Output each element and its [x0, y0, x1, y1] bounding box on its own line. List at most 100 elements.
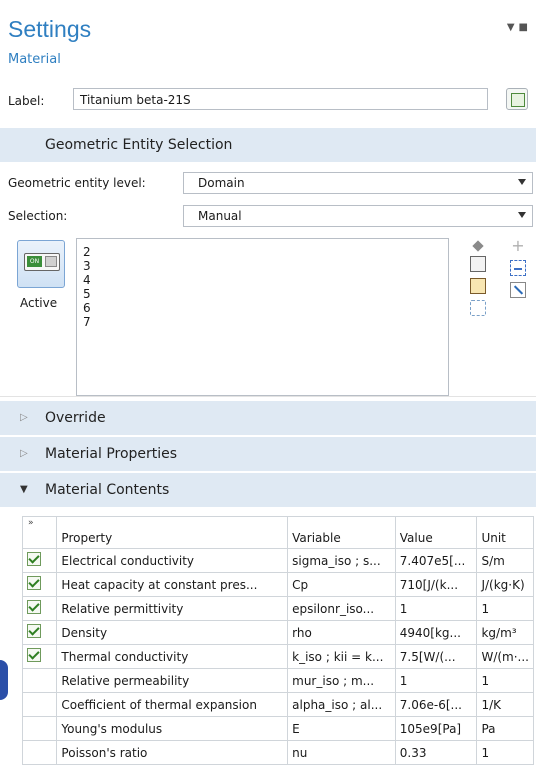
list-item[interactable]: 2	[83, 245, 448, 259]
toggle-icon: ON	[24, 253, 60, 271]
table-row[interactable]: Density rho 4940[kg... kg/m³	[21, 620, 534, 645]
table-row[interactable]: Thermal conductivity k_iso ; kii = k... 7.…	[21, 644, 534, 669]
window-edge-marker	[0, 660, 8, 700]
list-item[interactable]: 3	[83, 259, 448, 273]
cell-property[interactable]: Density	[56, 620, 289, 645]
table-row[interactable]: Electrical conductivity sigma_iso ; s... 7…	[21, 548, 534, 573]
material-contents-section-header[interactable]: ▼ Material Contents	[0, 473, 536, 507]
cell-value[interactable]: 105e9[Pa]	[394, 716, 478, 741]
cell-value[interactable]: 7.407e5[...	[394, 548, 478, 573]
cell-variable[interactable]: mur_iso ; m...	[287, 668, 396, 693]
column-header-variable[interactable]: Variable	[287, 516, 396, 549]
cell-value[interactable]: 710[J/(k...	[394, 572, 478, 597]
row-checkbox-cell[interactable]	[21, 596, 58, 621]
table-row[interactable]: Poisson's ratio nu 0.33 1	[21, 740, 534, 765]
label-edit-icon[interactable]	[506, 88, 528, 110]
panel-controls[interactable]: ▼■	[507, 22, 532, 33]
column-header-value[interactable]: Value	[394, 516, 478, 549]
row-checkbox-cell[interactable]	[21, 620, 58, 645]
cell-variable[interactable]: sigma_iso ; s...	[287, 548, 396, 573]
section-title: Material Properties	[45, 446, 178, 462]
checkmark-icon[interactable]	[27, 552, 41, 566]
row-checkbox-cell[interactable]	[21, 740, 58, 765]
cell-value[interactable]: 1	[394, 596, 478, 621]
cell-unit[interactable]: J/(kg·K)	[476, 572, 534, 597]
cell-value[interactable]: 0.33	[394, 740, 478, 765]
table-row[interactable]: Young's modulus E 105e9[Pa] Pa	[21, 716, 534, 741]
cell-property[interactable]: Young's modulus	[56, 716, 289, 741]
cell-unit[interactable]: 1	[476, 668, 534, 693]
cell-unit[interactable]: kg/m³	[476, 620, 534, 645]
cell-variable[interactable]: E	[287, 716, 396, 741]
list-item[interactable]: 7	[83, 315, 448, 329]
select-geometry-icon[interactable]	[472, 240, 484, 252]
list-item[interactable]: 4	[83, 273, 448, 287]
table-row[interactable]: Relative permittivity epsilonr_iso... 1 1	[21, 596, 534, 621]
active-toggle-button[interactable]: ON	[17, 240, 65, 288]
cell-variable[interactable]: alpha_iso ; al...	[287, 692, 396, 717]
checkmark-icon[interactable]	[27, 624, 41, 638]
paste-icon[interactable]	[470, 278, 486, 294]
cell-unit[interactable]: S/m	[476, 548, 534, 573]
entity-level-select[interactable]: Domain	[183, 172, 533, 194]
copy-icon[interactable]	[470, 256, 486, 272]
material-properties-section-header[interactable]: ▷ Material Properties	[0, 437, 536, 471]
cell-property[interactable]: Thermal conductivity	[56, 644, 289, 669]
cell-property[interactable]: Coefficient of thermal expansion	[56, 692, 289, 717]
cell-property[interactable]: Heat capacity at constant pres...	[56, 572, 289, 597]
row-checkbox-cell[interactable]	[21, 572, 58, 597]
cell-unit[interactable]: 1	[476, 596, 534, 621]
cell-variable[interactable]: Cp	[287, 572, 396, 597]
checkmark-icon[interactable]	[27, 576, 41, 590]
checkmark-icon[interactable]	[27, 600, 41, 614]
entity-level-label: Geometric entity level:	[8, 176, 146, 190]
remove-icon[interactable]	[510, 260, 526, 276]
cell-value[interactable]: 7.06e-6[...	[394, 692, 478, 717]
cell-unit[interactable]: 1	[476, 740, 534, 765]
clear-selection-icon[interactable]	[510, 282, 526, 298]
column-header-property[interactable]: Property	[56, 516, 289, 549]
cell-variable[interactable]: nu	[287, 740, 396, 765]
selection-select[interactable]: Manual	[183, 205, 533, 227]
cell-variable[interactable]: k_iso ; kii = k...	[287, 644, 396, 669]
cell-variable[interactable]: epsilonr_iso...	[287, 596, 396, 621]
pin-icon[interactable]: ■	[519, 22, 532, 33]
cell-unit[interactable]: Pa	[476, 716, 534, 741]
cell-value[interactable]: 4940[kg...	[394, 620, 478, 645]
cell-property[interactable]: Relative permeability	[56, 668, 289, 693]
override-section-header[interactable]: ▷ Override	[0, 401, 536, 435]
row-checkbox-cell[interactable]	[21, 692, 58, 717]
check-column-header	[21, 516, 58, 549]
cell-unit[interactable]: 1/K	[476, 692, 534, 717]
selection-tools-right: +	[510, 238, 530, 304]
table-row[interactable]: Heat capacity at constant pres... Cp 710[J…	[21, 572, 534, 597]
row-checkbox-cell[interactable]	[21, 668, 58, 693]
row-checkbox-cell[interactable]	[21, 548, 58, 573]
table-row[interactable]: Coefficient of thermal expansion alpha_is…	[21, 692, 534, 717]
cell-unit[interactable]: W/(m·...	[476, 644, 534, 669]
row-checkbox-cell[interactable]	[21, 644, 58, 669]
expand-arrow-icon: ▷	[20, 448, 28, 459]
entity-level-value: Domain	[198, 176, 245, 190]
selection-list[interactable]: 2 3 4 5 6 7	[76, 238, 449, 396]
cell-property[interactable]: Poisson's ratio	[56, 740, 289, 765]
cell-value[interactable]: 1	[394, 668, 478, 693]
toggle-state: ON	[27, 256, 42, 267]
list-item[interactable]: 6	[83, 301, 448, 315]
cell-variable[interactable]: rho	[287, 620, 396, 645]
dropdown-icon[interactable]: ▼	[507, 22, 519, 33]
add-icon[interactable]: +	[510, 238, 526, 254]
row-checkbox-cell[interactable]	[21, 716, 58, 741]
cell-property[interactable]: Relative permittivity	[56, 596, 289, 621]
material-contents-table: Property Variable Value Unit Electrical …	[21, 516, 534, 765]
zoom-to-selection-icon[interactable]	[470, 300, 486, 316]
cell-property[interactable]: Electrical conductivity	[56, 548, 289, 573]
column-header-unit[interactable]: Unit	[476, 516, 534, 549]
checkmark-icon[interactable]	[27, 648, 41, 662]
selection-row: Selection: Manual	[0, 205, 536, 227]
cell-value[interactable]: 7.5[W/(...	[394, 644, 478, 669]
label-input[interactable]: Titanium beta-21S	[73, 88, 488, 110]
geometric-entity-selection-header[interactable]: Geometric Entity Selection	[0, 128, 536, 162]
list-item[interactable]: 5	[83, 287, 448, 301]
table-row[interactable]: Relative permeability mur_iso ; m... 1 1	[21, 668, 534, 693]
